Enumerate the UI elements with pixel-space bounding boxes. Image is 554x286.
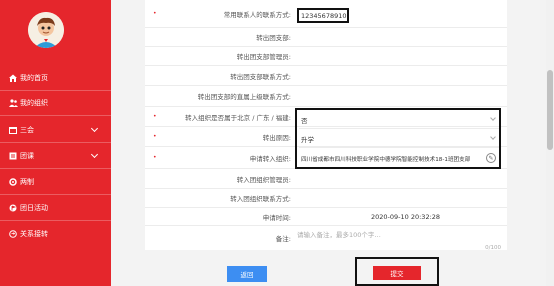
scrollbar[interactable] (546, 0, 554, 286)
form-row-superior-contact: 转出团支部的直属上级联系方式: (145, 86, 507, 107)
form-label: 备注: (275, 235, 291, 243)
form-label: 转出原因: (262, 133, 291, 142)
required-mark: • (153, 133, 157, 140)
chevron-down-icon (490, 134, 496, 140)
form-label: 申请时间: (262, 213, 291, 222)
form-row-in-admin: 转入团组织管理员: (145, 169, 507, 189)
form-label: 常用联系人的联系方式: (223, 10, 291, 19)
form-label: 转入团组织管理员: (236, 175, 291, 184)
sidebar-item-activity[interactable]: 团日活动 (0, 196, 111, 220)
sidebar-item-label: 关系接转 (20, 230, 48, 238)
apply-time-value: 2020-09-10 20:32:28 (371, 212, 441, 221)
chevron-down-icon (90, 124, 99, 133)
form-label: 转出团支部: (256, 34, 291, 42)
book-icon (8, 151, 18, 161)
form-row-out-contact: 转出团支部联系方式: (145, 66, 507, 86)
required-mark: • (153, 10, 157, 17)
sidebar-item-label: 我的首页 (20, 74, 48, 82)
sidebar-item-org[interactable]: 我的组织 (0, 91, 111, 115)
divider (0, 194, 111, 195)
required-mark: • (153, 154, 157, 161)
home-icon (8, 73, 18, 83)
divider (0, 168, 111, 169)
gear-icon (8, 177, 18, 187)
form-label: 转出团支部的直属上级联系方式: (197, 93, 291, 101)
target-org-field[interactable]: 四川省成都市四川科技职业学院中德学院智能控制技术18-1班团支部 ✎ (299, 150, 499, 168)
page: 我的首页 我的组织 三会 团课 两制 团日活动 关系接转 • 常用联系人的联系方… (0, 0, 554, 286)
submit-button[interactable]: 提交 (373, 266, 421, 280)
transfer-icon (8, 229, 18, 239)
sidebar: 我的首页 我的组织 三会 团课 两制 团日活动 关系接转 (0, 0, 111, 286)
region-select-value: 否 (301, 116, 308, 125)
edit-pencil-icon[interactable]: ✎ (486, 153, 496, 163)
remark-char-count: 0/100 (485, 245, 501, 251)
sidebar-item-label: 两制 (20, 178, 34, 186)
form-label: 转出团支部管理员: (236, 53, 291, 61)
selection-group: 否 升学 四川省成都市四川科技职业学院中德学院智能控制技术18-1班团支部 ✎ (295, 108, 501, 169)
sidebar-item-home[interactable]: 我的首页 (0, 66, 111, 90)
scrollbar-thumb[interactable] (547, 70, 553, 150)
divider (0, 220, 111, 221)
form-label: 转入组织是否属于北京 / 广东 / 福建: (185, 113, 291, 122)
sidebar-item-tuanke[interactable]: 团课 (0, 144, 111, 168)
sidebar-item-liangzhi[interactable]: 两制 (0, 170, 111, 194)
sidebar-item-sanhui[interactable]: 三会 (0, 118, 111, 142)
divider (0, 115, 111, 116)
contact-phone-field[interactable]: 12345678910 (297, 8, 349, 23)
reason-select-value: 升学 (301, 135, 314, 144)
form-row-in-contact: 转入团组织联系方式: (145, 189, 507, 208)
transfer-form: • 常用联系人的联系方式: 12345678910 转出团支部: 转出团支部管理… (145, 0, 507, 251)
avatar[interactable] (28, 12, 64, 48)
group-icon (8, 98, 18, 108)
flag-icon (8, 203, 18, 213)
reason-select[interactable]: 升学 (299, 130, 499, 148)
remark-textarea[interactable]: 请输入备注，最多100个字… 0/100 (297, 229, 501, 251)
target-org-value: 四川省成都市四川科技职业学院中德学院智能控制技术18-1班团支部 (301, 157, 471, 163)
sidebar-item-label: 团课 (20, 152, 34, 160)
submit-highlight: 提交 (355, 257, 439, 286)
sidebar-item-label: 三会 (20, 126, 34, 134)
chevron-down-icon (90, 150, 99, 159)
chevron-down-icon (490, 115, 496, 121)
form-label: 申请转入组织: (249, 154, 291, 163)
form-label: 转入团组织联系方式: (230, 195, 291, 203)
back-button[interactable]: 返回 (227, 266, 267, 282)
form-row-out-branch: 转出团支部: (145, 28, 507, 47)
remark-placeholder: 请输入备注，最多100个字… (297, 231, 381, 239)
region-select[interactable]: 否 (299, 111, 499, 129)
form-row-out-admin: 转出团支部管理员: (145, 47, 507, 66)
sidebar-item-label: 我的组织 (20, 99, 48, 107)
calendar-icon (8, 125, 18, 135)
sidebar-item-transfer[interactable]: 关系接转 (0, 222, 111, 246)
sidebar-item-label: 团日活动 (20, 204, 48, 212)
form-label: 转出团支部联系方式: (230, 72, 291, 81)
divider (0, 142, 111, 143)
required-mark: • (153, 113, 157, 120)
form-row-apply-time: 申请时间: 2020-09-10 20:32:28 (145, 208, 507, 226)
